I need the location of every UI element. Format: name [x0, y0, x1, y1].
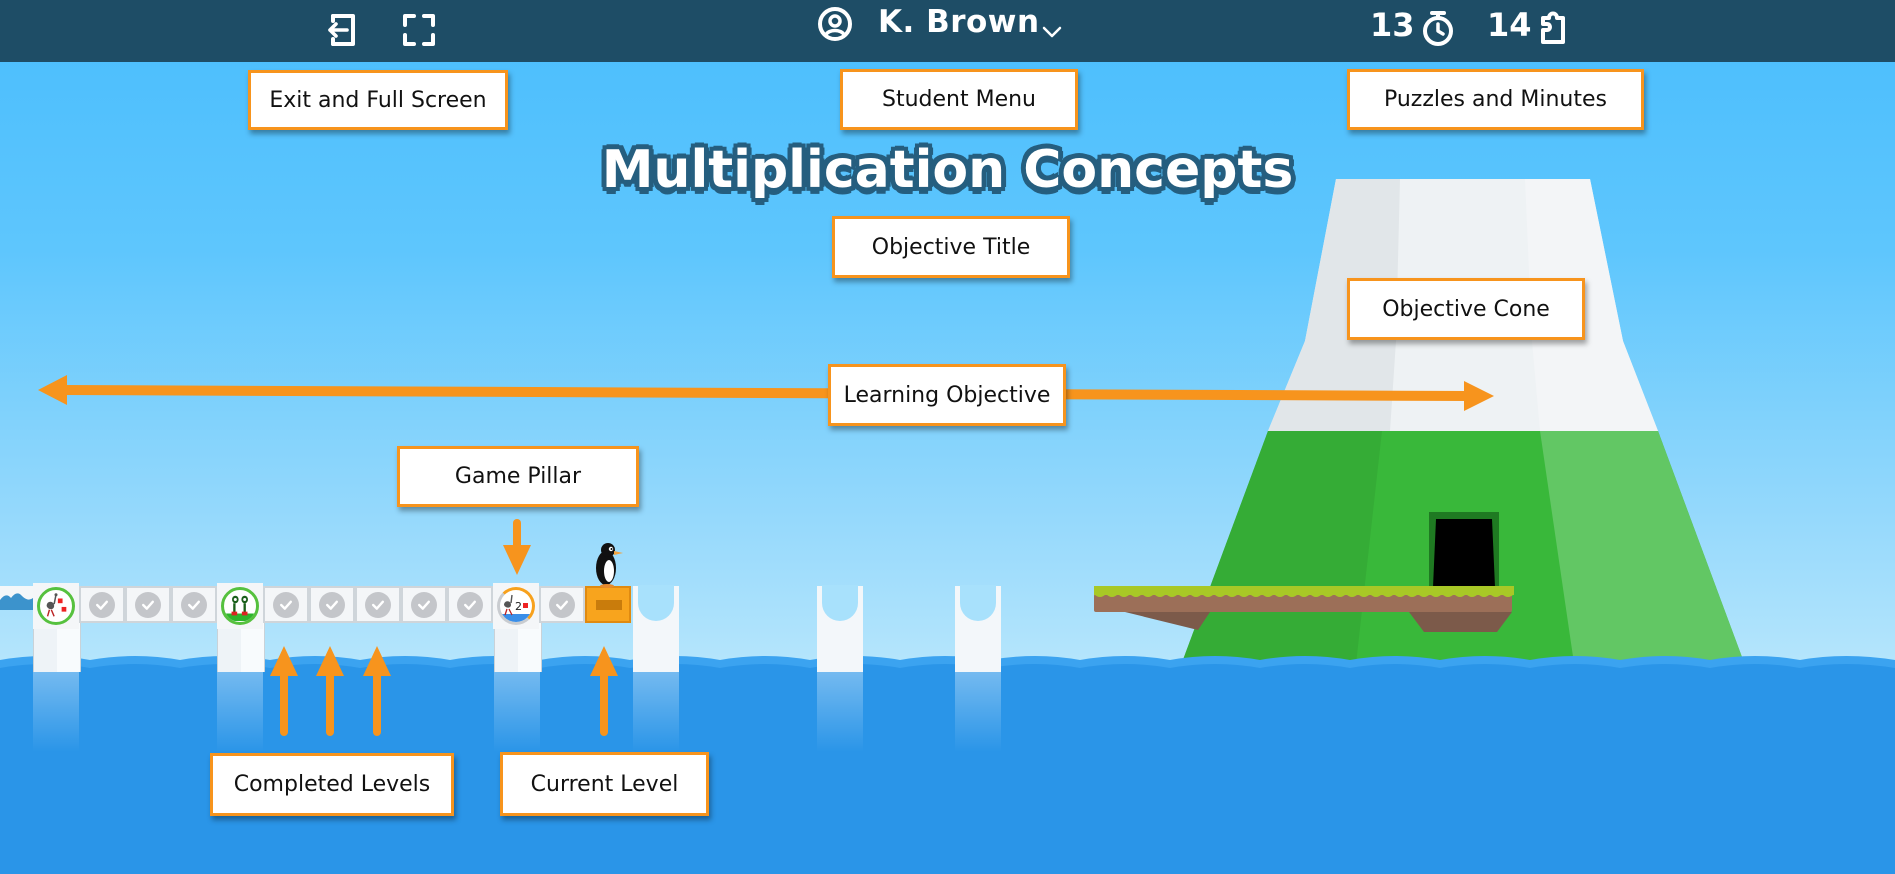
empty-pillar [817, 585, 863, 672]
ostrich-boots-2-icon: 2 [497, 587, 535, 625]
completed-level[interactable] [447, 586, 493, 623]
checkmark-icon [457, 591, 483, 618]
pillar-reflection [217, 672, 263, 752]
checkmark-icon [319, 591, 345, 618]
objective-title: Multiplication Concepts [0, 140, 1895, 200]
completed-level[interactable] [355, 586, 401, 623]
pillar-reflection [633, 672, 679, 752]
frog-boots-icon [221, 587, 259, 625]
penguin-icon [596, 543, 623, 588]
callout-completed-levels: Completed Levels [210, 753, 454, 816]
completed-level[interactable] [309, 586, 355, 623]
empty-pillar [955, 585, 1001, 672]
completed-level[interactable] [171, 586, 217, 623]
callout-exit-fullscreen: Exit and Full Screen [248, 70, 508, 130]
game-pillar-level[interactable] [33, 583, 79, 629]
objective-title-text: Multiplication Concepts [601, 140, 1294, 200]
svg-text:2: 2 [515, 600, 522, 613]
pillar-reflection [817, 672, 863, 752]
checkmark-icon [365, 591, 391, 618]
completed-level[interactable] [79, 586, 125, 623]
callout-objective-title: Objective Title [832, 216, 1070, 278]
checkmark-icon [181, 591, 207, 618]
completed-level[interactable] [263, 586, 309, 623]
checkmark-icon [89, 591, 115, 618]
callout-objective-cone: Objective Cone [1347, 278, 1585, 340]
checkmark-icon [549, 591, 575, 618]
sea-waves [0, 656, 1895, 678]
game-pillar-level[interactable] [217, 583, 263, 629]
callout-learning-objective: Learning Objective [828, 364, 1066, 426]
snow-edge [0, 586, 33, 610]
current-level-slot [596, 600, 622, 610]
ostrich-boots-icon [37, 587, 75, 625]
game-pillar-level[interactable]: 2 [493, 583, 539, 629]
callout-puzzles-minutes: Puzzles and Minutes [1347, 69, 1644, 130]
pillar-reflection [955, 672, 1001, 752]
empty-pillar [633, 585, 679, 672]
pillar-reflection [494, 672, 540, 752]
callout-current-level: Current Level [500, 752, 709, 816]
checkmark-icon [411, 591, 437, 618]
pillar-reflection [33, 672, 79, 752]
checkmark-icon [135, 591, 161, 618]
callout-game-pillar: Game Pillar [397, 446, 639, 507]
completed-level[interactable] [125, 586, 171, 623]
callout-student-menu: Student Menu [840, 69, 1078, 130]
checkmark-icon [273, 591, 299, 618]
completed-level[interactable] [401, 586, 447, 623]
current-level-block[interactable] [585, 586, 631, 623]
cone-door-icon[interactable] [1429, 512, 1499, 587]
completed-level[interactable] [539, 586, 585, 623]
